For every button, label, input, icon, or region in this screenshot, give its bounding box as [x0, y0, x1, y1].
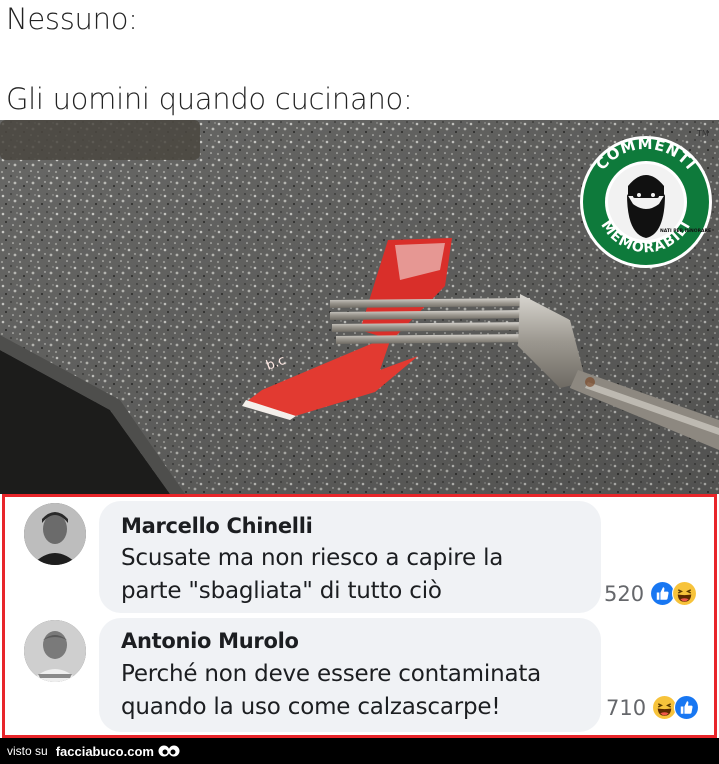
footer-bar: visto su facciabuco.com: [0, 738, 719, 764]
eyes-icon: [158, 745, 180, 757]
commenti-memorabili-logo: COMMENTI MEMORABILI TM NATI PER IGNORARE: [579, 126, 713, 276]
commenter-name[interactable]: Antonio Murolo: [121, 629, 299, 653]
avatar[interactable]: [24, 503, 86, 565]
reaction-summary[interactable]: 520: [604, 581, 698, 606]
footer-label: visto su: [7, 744, 48, 758]
logo-center-text: NATI PER IGNORARE: [660, 228, 711, 234]
comment-bubble: Antonio Murolo Perché non deve essere co…: [99, 618, 601, 732]
comment-text: Perché non deve essere contaminata quand…: [121, 658, 541, 724]
commenter-name[interactable]: Marcello Chinelli: [121, 514, 313, 538]
comment-text: Scusate ma non riesco a capire la parte …: [121, 542, 503, 608]
reaction-count: 520: [604, 581, 645, 606]
comment-bubble: Marcello Chinelli Scusate ma non riesco …: [99, 501, 601, 613]
comment-line: parte "sbagliata" di tutto ciò: [121, 578, 442, 604]
like-icon: [674, 695, 700, 720]
comment-line: quando la uso come calzascarpe!: [121, 694, 501, 720]
reaction-summary[interactable]: 710: [606, 695, 700, 720]
meme-caption-line1: Nessuno:: [6, 2, 138, 36]
comments-panel: Marcello Chinelli Scusate ma non riesco …: [2, 494, 717, 738]
meme-caption-line2: Gli uomini quando cucinano:: [6, 82, 413, 116]
avatar[interactable]: [24, 620, 86, 682]
comment-line: Scusate ma non riesco a capire la: [121, 545, 504, 571]
site-link[interactable]: facciabuco.com: [56, 744, 154, 759]
reaction-count: 710: [606, 695, 647, 720]
logo-tm: TM: [696, 129, 709, 138]
laugh-icon: [672, 581, 698, 606]
comment-line: Perché non deve essere contaminata: [121, 661, 542, 687]
